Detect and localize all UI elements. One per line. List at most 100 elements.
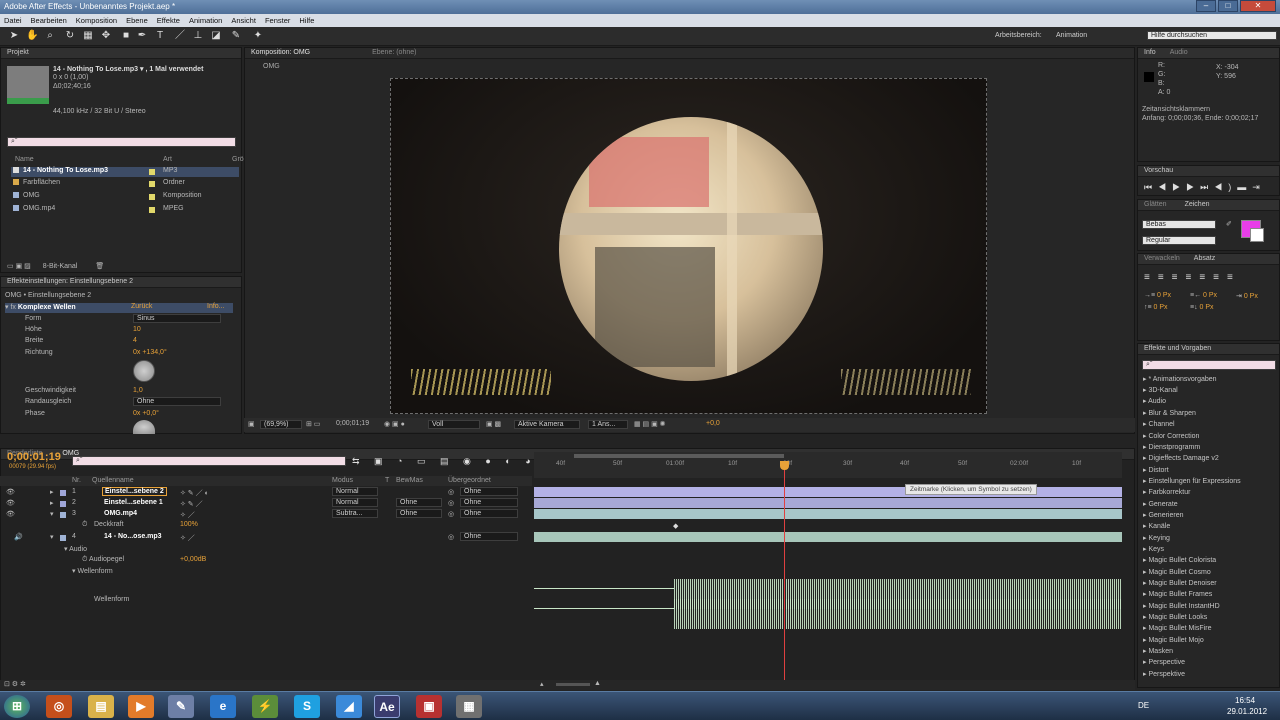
effect-category[interactable]: ▸ Masken <box>1143 647 1173 655</box>
alignment-buttons[interactable]: ≡≡≡≡≡≡≡ <box>1144 272 1241 283</box>
menu-komposition[interactable]: Komposition <box>76 16 117 25</box>
comp-subtab[interactable]: OMG <box>263 63 280 70</box>
effect-category[interactable]: ▸ Dienstprogramm <box>1143 443 1200 451</box>
menu-hilfe[interactable]: Hilfe <box>299 16 314 25</box>
smoothing-tab[interactable]: Glätten <box>1144 201 1167 208</box>
effect-category[interactable]: ▸ Magic Bullet InstantHD <box>1143 602 1220 610</box>
skype-icon[interactable]: S <box>294 695 320 718</box>
effect-category[interactable]: ▸ Magic Bullet Cosmo <box>1143 568 1211 576</box>
layer-switches[interactable]: ✧ ✎ ／ <box>180 499 203 509</box>
layer-tab[interactable]: Ebene: (ohne) <box>372 49 416 56</box>
effect-category[interactable]: ▸ Magic Bullet Mojo <box>1143 636 1204 644</box>
timeline-timecode[interactable]: 0;00;01;19 <box>7 451 61 463</box>
effect-category[interactable]: ▸ Magic Bullet Denoiser <box>1143 579 1217 587</box>
after-effects-icon[interactable]: Ae <box>374 695 400 718</box>
eraser-tool-icon[interactable]: ◪ <box>210 30 222 42</box>
speaker-icon[interactable]: 🔊 <box>14 533 23 541</box>
opacity-value[interactable]: 100% <box>180 521 198 528</box>
camera-select[interactable]: Aktive Kamera <box>514 420 580 429</box>
layer-mode-select[interactable]: Normal <box>332 498 378 507</box>
trash-icon[interactable]: 🗑 <box>95 263 104 270</box>
workspace-select[interactable]: Animation <box>1052 31 1142 40</box>
effect-category[interactable]: ▸ * Animationsvorgaben <box>1143 375 1217 383</box>
app-icon[interactable]: ▣ <box>416 695 442 718</box>
app-icon[interactable]: ▦ <box>456 695 482 718</box>
layer-switches[interactable]: ✧ ／ <box>180 510 195 520</box>
space-after[interactable]: ≡↓ 0 Px <box>1190 304 1214 311</box>
menu-fenster[interactable]: Fenster <box>265 16 290 25</box>
effects-search-input[interactable]: ⌕⁻ <box>1142 360 1276 370</box>
audio-group-label[interactable]: ▾ Audio <box>64 545 87 553</box>
waveform-group-label[interactable]: ▾ Wellenform <box>72 567 113 575</box>
effect-category[interactable]: ▸ Magic Bullet MisFire <box>1143 624 1211 632</box>
font-select[interactable]: Bebas <box>1142 220 1216 229</box>
new-comp-icon[interactable]: ▨ <box>24 263 31 270</box>
layer-name[interactable]: OMG.mp4 <box>104 510 137 517</box>
effect-category[interactable]: ▸ Audio <box>1143 397 1166 405</box>
text-tool-icon[interactable]: T <box>154 30 166 42</box>
eyedropper-icon[interactable]: ✐ <box>1226 220 1232 228</box>
expand-icon[interactable]: ▸ <box>50 499 54 507</box>
effect-header[interactable]: ▾ fx Komplexe Wellen Zurück Info... <box>5 303 233 313</box>
work-area-bar[interactable] <box>574 454 784 458</box>
col-type-header[interactable]: Art <box>163 156 172 163</box>
layer-row[interactable]: 👁 ▾ 3 OMG.mp4 ✧ ／ Subtra... Ohne ◎ Ohne <box>0 509 532 520</box>
layer-parent-select[interactable]: Ohne <box>460 487 518 496</box>
preview-controls[interactable]: ⏮◀▶▶⏭◀)▬⇥ <box>1144 182 1266 193</box>
layer-row[interactable]: 👁 ▸ 1 Einstel...sebene 2 ✧ ✎ ／ ◐ Normal … <box>0 487 532 498</box>
rotate-tool-icon[interactable]: ↻ <box>64 30 76 42</box>
snapshot-icon[interactable]: ◉ ▣ ● <box>384 420 405 428</box>
prop-height-value[interactable]: 10 <box>133 326 141 333</box>
start-button-icon[interactable]: ⊞ <box>4 695 30 718</box>
effect-category[interactable]: ▸ Perspective <box>1143 658 1185 666</box>
media-player-icon[interactable]: ▶ <box>128 695 154 718</box>
layer-row[interactable]: 🔊 ▾ 4 14 - No...ose.mp3 ✧ ／ ◎ Ohne <box>0 532 532 543</box>
roto-brush-tool-icon[interactable]: ✎ <box>230 30 242 42</box>
app-icon[interactable]: ✎ <box>168 695 194 718</box>
pen-tool-icon[interactable]: ✒ <box>136 30 148 42</box>
layer-row[interactable]: 👁 ▸ 2 Einstel...sebene 1 ✧ ✎ ／ Normal Oh… <box>0 498 532 509</box>
effect-category[interactable]: ▸ Generieren <box>1143 511 1184 519</box>
layer-name[interactable]: Einstel...sebene 2 <box>102 487 167 496</box>
hand-tool-icon[interactable]: ✋ <box>26 30 38 42</box>
keyframe-icon[interactable]: ◆ <box>673 522 678 530</box>
quality-select[interactable]: Voll <box>428 420 480 429</box>
layer-bar[interactable] <box>534 509 1122 519</box>
effect-category[interactable]: ▸ Magic Bullet Colorista <box>1143 556 1216 564</box>
effect-category[interactable]: ▸ Color Correction <box>1143 432 1199 440</box>
prop-direction-value[interactable]: 0x +134,0° <box>133 349 167 356</box>
effect-category[interactable]: ▸ Keying <box>1143 534 1170 542</box>
project-tab[interactable]: Projekt <box>1 48 241 59</box>
layer-switches[interactable]: ✧ ／ <box>180 533 195 543</box>
clock-date[interactable]: 29.01.2012 <box>1227 707 1267 716</box>
effect-category[interactable]: ▸ Einstellungen für Expressions <box>1143 477 1241 485</box>
pickwhip-icon[interactable]: ◎ <box>448 488 454 496</box>
layer-trkmat-select[interactable]: Ohne <box>396 509 442 518</box>
toggle-view-icon[interactable]: ▣ <box>248 420 255 428</box>
clone-stamp-tool-icon[interactable]: ⊥ <box>192 30 204 42</box>
effect-category[interactable]: ▸ Magic Bullet Frames <box>1143 590 1212 598</box>
wiggle-tab[interactable]: Verwackeln <box>1144 255 1180 262</box>
help-search-input[interactable]: Hilfe durchsuchen <box>1147 31 1277 40</box>
menu-ebene[interactable]: Ebene <box>126 16 148 25</box>
effects-presets-tab[interactable]: Effekte und Vorgaben <box>1138 344 1279 355</box>
prop-edge-select[interactable]: Ohne <box>133 397 221 406</box>
eye-icon[interactable]: 👁 <box>6 488 15 496</box>
phase-dial[interactable] <box>133 420 155 434</box>
indent-right[interactable]: ≡← 0 Px <box>1190 292 1217 299</box>
effect-category[interactable]: ▸ 3D-Kanal <box>1143 386 1178 394</box>
firefox-icon[interactable]: ◎ <box>46 695 72 718</box>
indent-first[interactable]: ⇥ 0 Px <box>1236 292 1258 300</box>
composition-tab[interactable]: Komposition: OMG <box>251 49 310 56</box>
project-item[interactable]: Farbflächen Ordner <box>11 179 239 187</box>
col-size-header[interactable]: Grö <box>232 156 244 163</box>
app-icon[interactable]: ◢ <box>336 695 362 718</box>
layer-parent-select[interactable]: Ohne <box>460 532 518 541</box>
exposure-value[interactable]: +0,0 <box>706 420 720 427</box>
comp-timecode[interactable]: 0;00;01;19 <box>336 420 369 427</box>
interpret-footage-icon[interactable]: ▭ <box>7 263 14 270</box>
clock-time[interactable]: 16:54 <box>1235 696 1255 705</box>
views-select[interactable]: 1 Ans... <box>588 420 628 429</box>
minimize-button[interactable]: – <box>1196 0 1216 12</box>
prop-phase-value[interactable]: 0x +0,0° <box>133 410 159 417</box>
